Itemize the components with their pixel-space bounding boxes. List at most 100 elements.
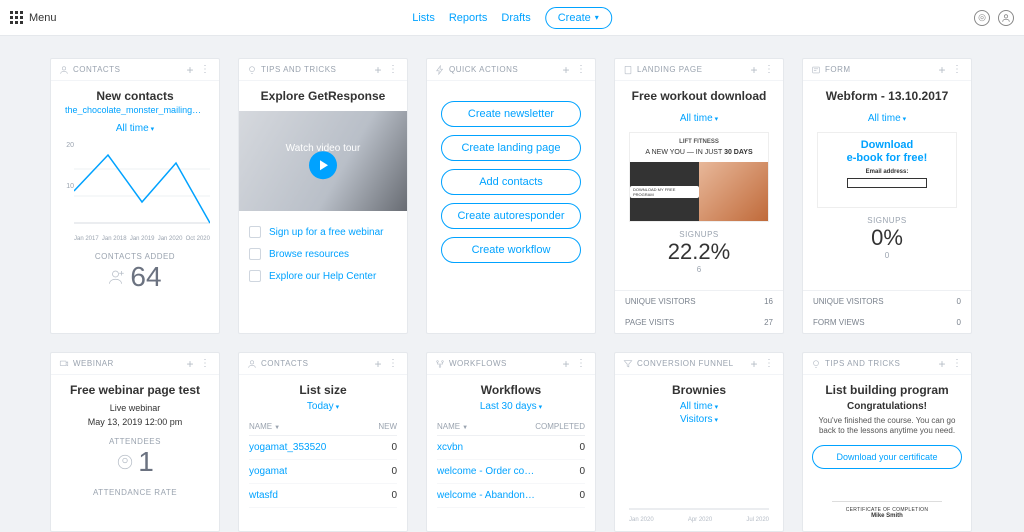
chevron-down-icon: ▾ [715, 417, 719, 424]
col-name[interactable]: NAME▼ [249, 422, 280, 431]
create-newsletter-button[interactable]: Create newsletter [441, 101, 581, 127]
contacts-icon [59, 65, 69, 75]
more-icon[interactable]: ⋮ [388, 358, 399, 369]
more-icon[interactable]: ⋮ [952, 64, 963, 75]
time-filter[interactable]: All time▾ [868, 113, 906, 124]
card-label: WEBINAR [73, 359, 114, 368]
add-icon[interactable]: + [374, 63, 382, 77]
time-filter[interactable]: All time▾ [680, 401, 718, 412]
card-workflows: WORKFLOWS +⋮ Workflows Last 30 days▾ NAM… [426, 352, 596, 532]
card-conversion-funnel: CONVERSION FUNNEL +⋮ Brownies All time▾ … [614, 352, 784, 532]
card-label: QUICK ACTIONS [449, 65, 518, 74]
contacts-chart: 20 10 Jan 2017 Jan 2018 Jan 2019 Jan 202… [60, 142, 210, 242]
card-label: CONTACTS [261, 359, 308, 368]
col-name[interactable]: NAME▼ [437, 422, 468, 431]
stat-row: UNIQUE VISITORS16 [615, 291, 783, 312]
time-filter[interactable]: Last 30 days▾ [480, 401, 542, 412]
add-icon[interactable]: + [374, 357, 382, 371]
list-item[interactable]: xcvbn0 [437, 436, 585, 460]
chevron-down-icon: ▾ [539, 404, 543, 411]
card-label: CONTACTS [73, 65, 120, 74]
user-icon[interactable] [998, 10, 1014, 26]
link-resources[interactable]: Browse resources [249, 243, 397, 265]
card-tips-explore: TIPS AND TRICKS +⋮ Explore GetResponse W… [238, 58, 408, 334]
more-icon[interactable]: ⋮ [764, 64, 775, 75]
form-preview[interactable]: Downloade-book for free! Email address: [817, 132, 957, 208]
card-title: Webform - 13.10.2017 [826, 89, 949, 103]
landing-page-preview[interactable]: LIFT FITNESS A NEW YOU — IN JUST 30 DAYS… [629, 132, 769, 222]
chevron-down-icon: ▾ [336, 404, 340, 411]
list-item[interactable]: wtasfd0 [249, 484, 397, 508]
form-icon [811, 65, 821, 75]
link-icon [249, 226, 261, 238]
more-icon[interactable]: ⋮ [200, 64, 211, 75]
card-label: LANDING PAGE [637, 65, 702, 74]
add-icon[interactable]: + [186, 357, 194, 371]
more-icon[interactable]: ⋮ [388, 64, 399, 75]
list-item[interactable]: yogamat0 [249, 460, 397, 484]
more-icon[interactable]: ⋮ [576, 64, 587, 75]
more-icon[interactable]: ⋮ [952, 358, 963, 369]
funnel-icon [623, 359, 633, 369]
video-thumbnail[interactable]: Watch video tour [238, 111, 408, 211]
menu-button[interactable]: Menu [10, 11, 57, 24]
attendees-icon [116, 446, 134, 478]
list-item[interactable]: welcome - Abandon…0 [437, 484, 585, 508]
col-completed[interactable]: COMPLETED [535, 422, 585, 431]
signups-percentage: 0% [871, 225, 903, 251]
time-filter[interactable]: Today▾ [307, 401, 339, 412]
chevron-down-icon: ▾ [715, 116, 719, 123]
more-icon[interactable]: ⋮ [200, 358, 211, 369]
list-item[interactable]: welcome - Order co…0 [437, 460, 585, 484]
menu-grid-icon [10, 11, 23, 24]
download-certificate-button[interactable]: Download your certificate [812, 445, 962, 469]
list-item[interactable]: yogamat_3535200 [249, 436, 397, 460]
create-landing-page-button[interactable]: Create landing page [441, 135, 581, 161]
help-icon[interactable]: ◎ [974, 10, 990, 26]
chevron-down-icon: ▾ [903, 116, 907, 123]
add-icon[interactable]: + [938, 357, 946, 371]
card-title: Free webinar page test [70, 383, 200, 397]
time-filter[interactable]: All time▾ [680, 113, 718, 124]
more-icon[interactable]: ⋮ [576, 358, 587, 369]
stat-row: FORM VIEWS0 [803, 312, 971, 333]
stat-row: PAGE VISITS27 [615, 312, 783, 333]
card-landing-page: LANDING PAGE +⋮ Free workout download Al… [614, 58, 784, 334]
time-filter[interactable]: All time▾ [116, 123, 154, 134]
add-icon[interactable]: + [562, 357, 570, 371]
card-title: New contacts [96, 89, 173, 103]
card-tips-certificate: TIPS AND TRICKS +⋮ List building program… [802, 352, 972, 532]
add-icon[interactable]: + [186, 63, 194, 77]
metric-filter[interactable]: Visitors▾ [680, 414, 718, 425]
card-title: Brownies [672, 383, 726, 397]
play-icon [309, 151, 337, 179]
add-contacts-button[interactable]: Add contacts [441, 169, 581, 195]
card-title: List size [299, 383, 346, 397]
signups-percentage: 22.2% [668, 239, 730, 265]
link-icon [249, 248, 261, 260]
create-button[interactable]: Create ▾ [545, 7, 612, 29]
nav-reports[interactable]: Reports [449, 12, 488, 24]
add-icon[interactable]: + [938, 63, 946, 77]
nav-drafts[interactable]: Drafts [501, 12, 530, 24]
card-title: Explore GetResponse [261, 89, 386, 103]
metric-label: CONTACTS ADDED [95, 252, 175, 261]
card-title: Workflows [481, 383, 541, 397]
link-webinar[interactable]: Sign up for a free webinar [249, 221, 397, 243]
card-webinar: WEBINAR +⋮ Free webinar page test Live w… [50, 352, 220, 532]
preview-input [847, 178, 927, 188]
link-icon [249, 270, 261, 282]
list-name-link[interactable]: the_chocolate_monster_mailing_lis… [65, 105, 205, 115]
add-icon[interactable]: + [562, 63, 570, 77]
menu-label: Menu [29, 12, 57, 24]
chevron-down-icon: ▾ [595, 13, 599, 22]
create-workflow-button[interactable]: Create workflow [441, 237, 581, 263]
col-new[interactable]: NEW [378, 422, 397, 431]
link-helpcenter[interactable]: Explore our Help Center [249, 265, 397, 287]
create-autoresponder-button[interactable]: Create autoresponder [441, 203, 581, 229]
more-icon[interactable]: ⋮ [764, 358, 775, 369]
add-icon[interactable]: + [750, 63, 758, 77]
card-contacts: CONTACTS + ⋮ New contacts the_chocolate_m… [50, 58, 220, 334]
add-icon[interactable]: + [750, 357, 758, 371]
nav-lists[interactable]: Lists [412, 12, 435, 24]
